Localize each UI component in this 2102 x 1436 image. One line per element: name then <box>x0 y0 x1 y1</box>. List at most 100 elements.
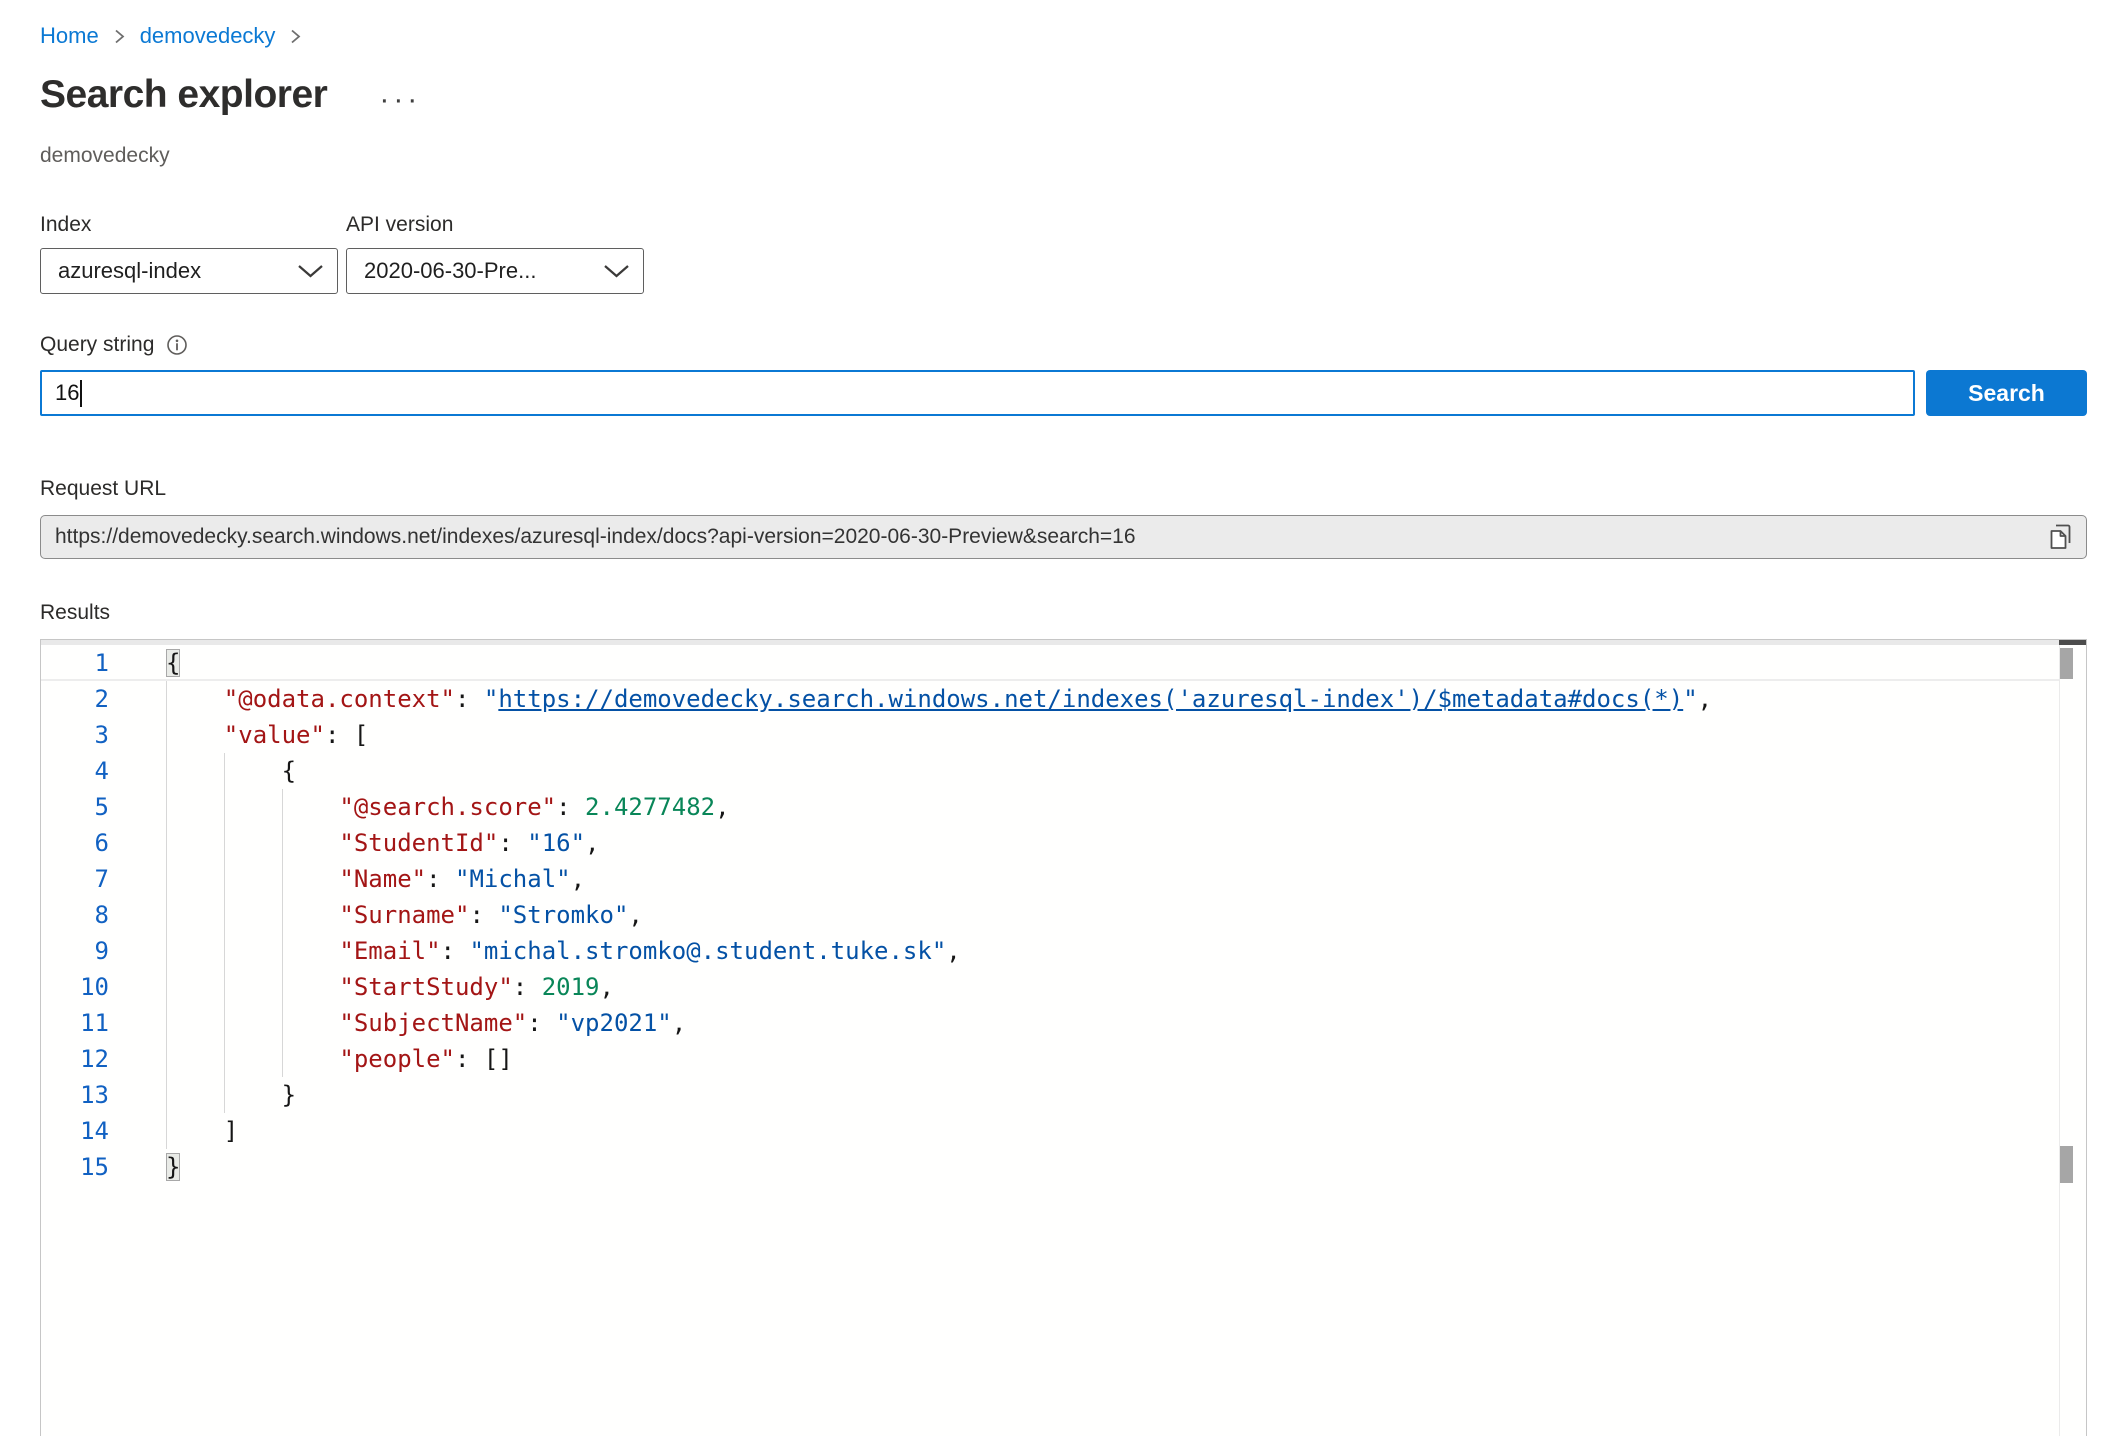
query-string-label: Query string <box>40 333 154 357</box>
editor-line: 13 } <box>41 1077 2086 1113</box>
request-url-label: Request URL <box>40 477 2102 501</box>
breadcrumb-service-link[interactable]: demovedecky <box>140 23 276 49</box>
editor-line: 6 "StudentId": "16", <box>41 825 2086 861</box>
code-line[interactable]: { <box>109 645 2086 679</box>
code-line[interactable]: "Surname": "Stromko", <box>109 897 2086 933</box>
indent-guide <box>166 681 167 717</box>
chevron-down-icon <box>297 264 324 279</box>
indent-guide <box>166 1041 167 1077</box>
editor-line: 7 "Name": "Michal", <box>41 861 2086 897</box>
line-number: 4 <box>41 753 109 789</box>
line-number: 12 <box>41 1041 109 1077</box>
editor-line: 4 { <box>41 753 2086 789</box>
code-line[interactable]: } <box>109 1077 2086 1113</box>
indent-guide <box>166 753 167 789</box>
overview-bracket-mark <box>2060 648 2073 679</box>
indent-guide <box>282 1005 283 1041</box>
code-line[interactable]: "Email": "michal.stromko@.student.tuke.s… <box>109 933 2086 969</box>
line-number: 1 <box>41 645 109 679</box>
api-version-dropdown-value: 2020-06-30-Pre... <box>364 258 536 284</box>
indent-guide <box>224 1005 225 1041</box>
selectors-row: Index azuresql-index API version 2020-06… <box>40 213 2102 294</box>
code-line[interactable]: "value": [ <box>109 717 2086 753</box>
results-json-editor[interactable]: 1{2 "@odata.context": "https://demovedec… <box>40 639 2087 1436</box>
line-number: 2 <box>41 681 109 717</box>
line-number: 13 <box>41 1077 109 1113</box>
indent-guide <box>282 1041 283 1077</box>
search-button[interactable]: Search <box>1926 370 2087 416</box>
indent-guide <box>224 1041 225 1077</box>
line-number: 5 <box>41 789 109 825</box>
breadcrumb-home-link[interactable]: Home <box>40 23 99 49</box>
editor-line: 1{ <box>41 645 2086 681</box>
indent-guide <box>166 1077 167 1113</box>
line-number: 7 <box>41 861 109 897</box>
indent-guide <box>282 789 283 825</box>
code-line[interactable]: ] <box>109 1113 2086 1149</box>
line-number: 9 <box>41 933 109 969</box>
indent-guide <box>224 789 225 825</box>
editor-overview-ruler[interactable] <box>2059 645 2086 1436</box>
breadcrumb: Home demovedecky <box>40 24 2102 48</box>
info-icon[interactable] <box>166 334 188 356</box>
line-number: 3 <box>41 717 109 753</box>
indent-guide <box>224 861 225 897</box>
index-dropdown[interactable]: azuresql-index <box>40 248 338 294</box>
editor-line: 14 ] <box>41 1113 2086 1149</box>
line-number: 14 <box>41 1113 109 1149</box>
indent-guide <box>166 969 167 1005</box>
odata-context-link[interactable]: https://demovedecky.search.windows.net/i… <box>498 685 1683 713</box>
api-version-label: API version <box>346 213 644 237</box>
indent-guide <box>166 1113 167 1149</box>
overview-bracket-mark <box>2060 1146 2073 1183</box>
results-label: Results <box>40 601 2102 625</box>
editor-line: 5 "@search.score": 2.4277482, <box>41 789 2086 825</box>
line-number: 8 <box>41 897 109 933</box>
code-line[interactable]: "Name": "Michal", <box>109 861 2086 897</box>
api-version-dropdown[interactable]: 2020-06-30-Pre... <box>346 248 644 294</box>
query-string-input[interactable]: 16 <box>40 370 1915 416</box>
editor-line: 12 "people": [] <box>41 1041 2086 1077</box>
editor-line: 8 "Surname": "Stromko", <box>41 897 2086 933</box>
query-string-value: 16 <box>55 380 79 406</box>
index-label: Index <box>40 213 338 237</box>
chevron-right-icon <box>113 28 126 45</box>
indent-guide <box>282 933 283 969</box>
page-title: Search explorer <box>40 75 327 115</box>
copy-icon <box>2047 522 2074 552</box>
indent-guide <box>282 861 283 897</box>
editor-line: 11 "SubjectName": "vp2021", <box>41 1005 2086 1041</box>
line-number: 11 <box>41 1005 109 1041</box>
line-number: 10 <box>41 969 109 1005</box>
chevron-down-icon <box>603 264 630 279</box>
editor-line: 9 "Email": "michal.stromko@.student.tuke… <box>41 933 2086 969</box>
code-line[interactable]: "SubjectName": "vp2021", <box>109 1005 2086 1041</box>
indent-guide <box>166 933 167 969</box>
text-cursor <box>80 380 82 407</box>
editor-lines: 1{2 "@odata.context": "https://demovedec… <box>41 645 2086 1185</box>
editor-line: 15} <box>41 1149 2086 1185</box>
code-line[interactable]: "StartStudy": 2019, <box>109 969 2086 1005</box>
indent-guide <box>166 789 167 825</box>
request-url-box[interactable]: https://demovedecky.search.windows.net/i… <box>40 515 2087 559</box>
indent-guide <box>224 969 225 1005</box>
code-line[interactable]: { <box>109 753 2086 789</box>
code-line[interactable]: "@search.score": 2.4277482, <box>109 789 2086 825</box>
indent-guide <box>282 897 283 933</box>
indent-guide <box>166 897 167 933</box>
code-line[interactable]: "StudentId": "16", <box>109 825 2086 861</box>
code-line[interactable]: } <box>109 1149 2086 1185</box>
chevron-right-icon <box>289 28 302 45</box>
indent-guide <box>224 897 225 933</box>
more-actions-button[interactable]: ··· <box>379 92 421 108</box>
copy-button[interactable] <box>2047 522 2074 552</box>
editor-line: 3 "value": [ <box>41 717 2086 753</box>
search-explorer-page: Home demovedecky Search explorer ··· dem… <box>0 0 2102 1436</box>
indent-guide <box>166 861 167 897</box>
code-line[interactable]: "people": [] <box>109 1041 2086 1077</box>
indent-guide <box>166 717 167 753</box>
code-line[interactable]: "@odata.context": "https://demovedecky.s… <box>109 681 2086 717</box>
indent-guide <box>224 1077 225 1113</box>
line-number: 15 <box>41 1149 109 1185</box>
indent-guide <box>166 825 167 861</box>
